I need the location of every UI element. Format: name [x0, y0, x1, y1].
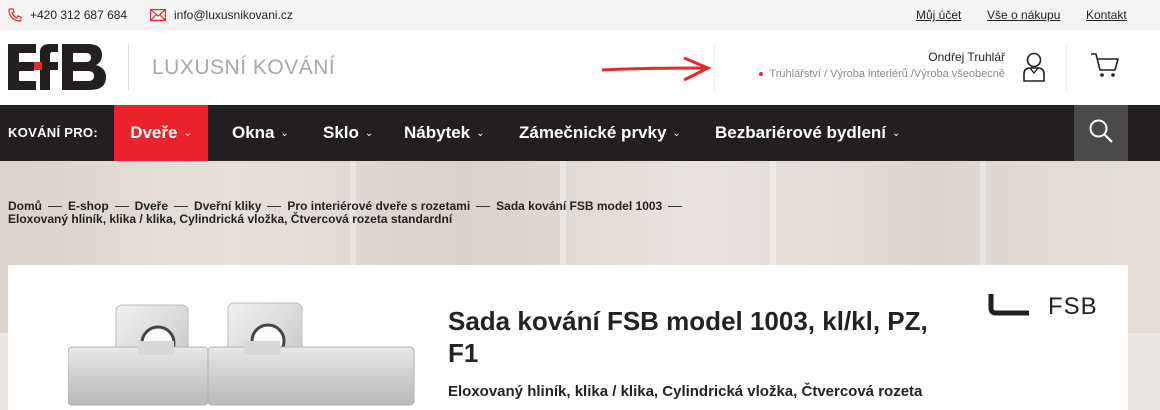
- header-divider: [714, 44, 715, 92]
- breadcrumb-separator: [48, 206, 62, 208]
- product-title: Sada kování FSB model 1003, kl/kl, PZ, F…: [448, 306, 928, 368]
- nav-item-label: Zámečnické prvky: [519, 123, 667, 142]
- product-image[interactable]: [67, 295, 418, 410]
- user-name: Ondřej Truhlář: [928, 50, 1005, 64]
- chevron-down-icon: ⌄: [364, 127, 374, 139]
- mail-icon: [150, 9, 166, 21]
- nav-item-okna[interactable]: Okna ⌄: [232, 105, 289, 161]
- nav-item-label: Bezbariérové bydlení: [715, 123, 887, 142]
- nav-item-dvere[interactable]: Dveře ⌄: [114, 105, 208, 161]
- user-roles-text: Truhlářství / Výroba interiérů /Výroba v…: [769, 68, 1005, 80]
- link-contact[interactable]: Kontakt: [1086, 8, 1127, 22]
- breadcrumb-separator: [267, 206, 282, 208]
- cart-icon[interactable]: [1090, 52, 1120, 83]
- search-icon: [1088, 118, 1114, 149]
- red-arrow-annotation: [600, 56, 712, 87]
- brand-logo[interactable]: FSB: [988, 293, 1098, 321]
- email-address: info@luxusnikovani.cz: [174, 8, 293, 22]
- status-dot-icon: [759, 72, 764, 77]
- phone-icon: [8, 8, 22, 22]
- breadcrumb-item[interactable]: Pro interiérové dveře s rozetami: [287, 199, 470, 213]
- nav-item-nabytek[interactable]: Nábytek ⌄: [404, 105, 485, 161]
- nav-item-zamecnicke-prvky[interactable]: Zámečnické prvky ⌄: [519, 105, 681, 161]
- fsb-handle-icon: [988, 293, 1030, 321]
- user-icon[interactable]: [1022, 52, 1046, 87]
- breadcrumb-separator: [114, 206, 129, 208]
- user-info[interactable]: Ondřej Truhlář Truhlářství / Výroba inte…: [759, 50, 1005, 80]
- nav-item-bezbarierove-bydleni[interactable]: Bezbariérové bydlení ⌄: [715, 105, 900, 161]
- breadcrumb-item[interactable]: Domů: [8, 199, 42, 213]
- nav-item-label: Nábytek: [404, 123, 471, 142]
- efb-logo[interactable]: [8, 44, 108, 90]
- nav-item-label: Sklo: [323, 123, 359, 142]
- breadcrumb-separator: [476, 206, 491, 208]
- link-about-purchase[interactable]: Vše o nákupu: [987, 8, 1060, 22]
- breadcrumb-item[interactable]: E-shop: [68, 199, 109, 213]
- email-contact[interactable]: info@luxusnikovani.cz: [150, 8, 293, 22]
- chevron-down-icon: ⌄: [892, 127, 901, 139]
- breadcrumb-item[interactable]: Sada kování FSB model 1003: [496, 199, 662, 213]
- breadcrumb-item[interactable]: Dveřní kliky: [194, 199, 261, 213]
- logo-divider: [128, 44, 129, 90]
- search-button[interactable]: [1074, 105, 1128, 161]
- phone-contact[interactable]: +420 312 687 684: [8, 8, 127, 22]
- user-roles: Truhlářství / Výroba interiérů /Výroba v…: [759, 68, 1005, 80]
- product-card: Sada kování FSB model 1003, kl/kl, PZ, F…: [8, 265, 1128, 410]
- breadcrumb-current: Eloxovaný hliník, klika / klika, Cylindr…: [8, 212, 453, 226]
- chevron-down-icon: ⌄: [280, 127, 289, 139]
- brand-name: FSB: [1048, 293, 1098, 320]
- header-divider: [1066, 44, 1067, 92]
- breadcrumb-separator: [668, 206, 683, 208]
- nav-label: KOVÁNÍ PRO:: [8, 125, 98, 140]
- product-subtitle: Eloxovaný hliník, klika / klika, Cylindr…: [448, 383, 923, 400]
- breadcrumb-separator: [174, 206, 189, 208]
- site-tagline: LUXUSNÍ KOVÁNÍ: [152, 56, 336, 79]
- site-header: LUXUSNÍ KOVÁNÍ Ondřej Truhlář Truhlářstv…: [0, 30, 1160, 105]
- main-nav: KOVÁNÍ PRO: Dveře ⌄ Okna ⌄ Sklo ⌄ Nábytek ⌄ …: [0, 105, 1160, 161]
- link-my-account[interactable]: Můj účet: [916, 8, 961, 22]
- top-bar: +420 312 687 684 info@luxusnikovani.cz M…: [0, 0, 1160, 30]
- chevron-down-icon: ⌄: [183, 127, 192, 139]
- chevron-down-icon: ⌄: [476, 127, 485, 139]
- breadcrumb-item[interactable]: Dveře: [135, 199, 168, 213]
- nav-item-sklo[interactable]: Sklo ⌄: [323, 105, 373, 161]
- nav-item-label: Okna: [232, 123, 275, 142]
- chevron-down-icon: ⌄: [672, 127, 681, 139]
- breadcrumb: Domů E-shop Dveře Dveřní kliky Pro interiéro…: [8, 200, 768, 226]
- phone-number: +420 312 687 684: [30, 8, 128, 22]
- nav-item-label: Dveře: [130, 123, 178, 142]
